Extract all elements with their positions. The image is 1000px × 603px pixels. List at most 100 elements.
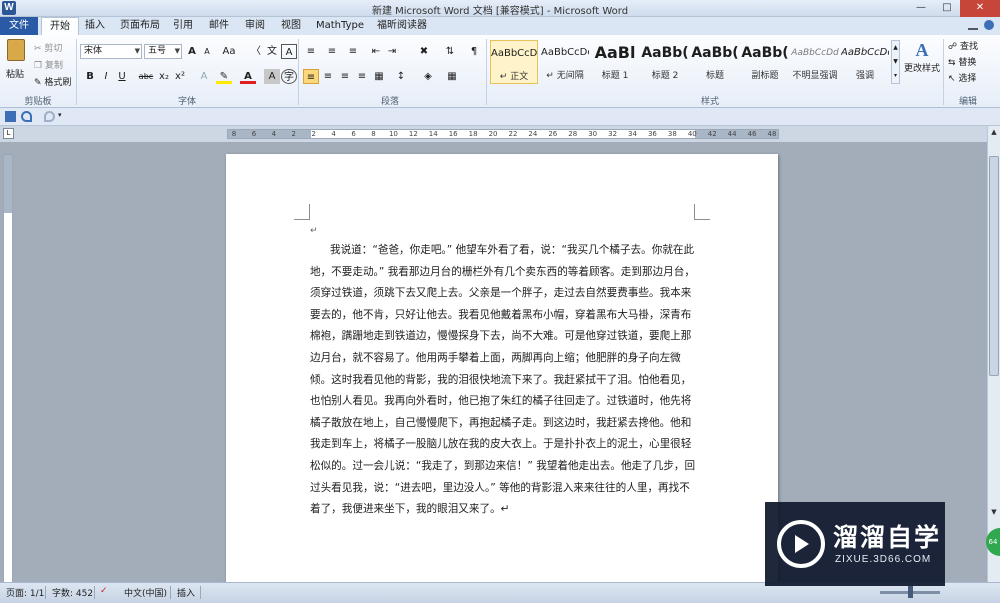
- maximize-icon[interactable]: □: [934, 0, 960, 17]
- style-name: 不明显强调: [792, 71, 838, 81]
- font-family-combo[interactable]: 宋体 ▼: [80, 44, 142, 59]
- paragraph-mark: ↵: [310, 226, 318, 236]
- select-button[interactable]: ↖ 选择: [948, 71, 976, 84]
- find-button[interactable]: ☍ 查找: [948, 39, 978, 52]
- style-heading-2[interactable]: AaBb( 标题 2: [641, 40, 689, 84]
- character-shading-button[interactable]: A: [264, 69, 280, 84]
- numbering-icon[interactable]: ≡: [324, 44, 340, 59]
- zoom-thumb[interactable]: [908, 586, 913, 598]
- multilevel-list-icon[interactable]: ≡: [345, 44, 361, 59]
- styles-scroll[interactable]: ▲ ▼ ▾: [891, 40, 900, 84]
- increase-indent-icon[interactable]: ⇥: [384, 44, 400, 59]
- align-center-icon[interactable]: ≡: [320, 69, 336, 84]
- enclose-characters-icon[interactable]: 字: [281, 69, 297, 84]
- clear-formatting-icon[interactable]: 〈: [248, 44, 264, 59]
- vertical-scrollbar[interactable]: ▲ ▼: [987, 126, 1000, 582]
- style-normal[interactable]: AaBbCcDd ↵ 正文: [490, 40, 538, 84]
- decrease-indent-icon[interactable]: ⇤: [368, 44, 384, 59]
- bullets-icon[interactable]: ≡: [303, 44, 319, 59]
- horizontal-ruler[interactable]: 8 6 4 2 2 4 6 8 10 12 14 16 18 20 22 24 26 28 30 32 34 36 38 40…: [227, 129, 779, 139]
- shading-icon[interactable]: ◈: [420, 69, 436, 84]
- ruler-tick: 8: [231, 130, 237, 138]
- change-case-button[interactable]: Aa: [220, 44, 238, 59]
- ruler-tick: 42: [707, 130, 717, 138]
- bold-button[interactable]: B: [82, 69, 98, 84]
- phonetic-guide-icon[interactable]: 文: [264, 44, 280, 59]
- tab-insert[interactable]: 插入: [80, 17, 110, 35]
- highlight-icon[interactable]: ✎: [216, 69, 232, 84]
- redo-icon[interactable]: [44, 111, 55, 122]
- separator: [943, 39, 944, 105]
- tab-page-layout[interactable]: 页面布局: [116, 17, 164, 35]
- superscript-button[interactable]: x²: [172, 69, 188, 84]
- word-count[interactable]: 字数: 452: [52, 586, 93, 599]
- tab-references[interactable]: 引用: [168, 17, 198, 35]
- page-count[interactable]: 页面: 1/1: [6, 586, 44, 599]
- sort-icon[interactable]: ⇅: [442, 44, 458, 59]
- tab-foxit-reader[interactable]: 福昕阅读器: [374, 17, 430, 35]
- tab-review[interactable]: 审阅: [240, 17, 270, 35]
- tab-view[interactable]: 视图: [276, 17, 306, 35]
- align-right-icon[interactable]: ≡: [337, 69, 353, 84]
- document-page[interactable]: ↵ 我说道：“爸爸，你走吧。” 他望车外看了看，说：“我买几个橘子去。你就在此地…: [226, 154, 778, 582]
- separator: [45, 586, 46, 599]
- justify-icon[interactable]: ≡: [354, 69, 370, 84]
- close-icon[interactable]: ✕: [960, 0, 1000, 17]
- tab-home[interactable]: 开始: [41, 17, 79, 35]
- scroll-up-icon[interactable]: ▲: [988, 126, 1000, 138]
- style-title[interactable]: AaBb( 标题: [691, 40, 739, 84]
- watermark-brand: 溜溜自学: [833, 523, 942, 552]
- watermark: 溜溜自学 ZIXUE.3D66.COM: [765, 502, 945, 586]
- format-painter-button[interactable]: ✎ 格式刷: [34, 75, 71, 88]
- shrink-font-button[interactable]: A: [199, 44, 215, 59]
- replace-button[interactable]: ⇆ 替换: [948, 55, 976, 68]
- text-effects-icon[interactable]: A: [196, 69, 212, 84]
- tab-mailings[interactable]: 邮件: [204, 17, 234, 35]
- style-heading-1[interactable]: AaBl 标题 1: [591, 40, 639, 84]
- align-left-icon[interactable]: ≡: [303, 69, 319, 84]
- font-size-combo[interactable]: 五号 ▼: [144, 44, 182, 59]
- copy-button[interactable]: ❐ 复制: [34, 58, 63, 71]
- change-styles-button[interactable]: A 更改样式: [904, 39, 940, 89]
- ruler-row: L 8 6 4 2 2 4 6 8 10 12 14 16 18 20 22 24 26 28 30 32 34 36 38…: [0, 126, 1000, 142]
- save-icon[interactable]: [5, 111, 16, 122]
- vertical-ruler[interactable]: [3, 154, 13, 582]
- tab-mathtype[interactable]: MathType: [312, 17, 368, 35]
- minimize-ribbon-icon[interactable]: [968, 20, 978, 30]
- title-bar: W 新建 Microsoft Word 文档 [兼容模式] - Microsof…: [0, 0, 1000, 17]
- paragraph-group-label: 段落: [380, 97, 399, 107]
- strikethrough-button[interactable]: abc: [136, 69, 156, 84]
- grow-font-button[interactable]: A: [184, 44, 200, 59]
- character-border-button[interactable]: A: [281, 44, 297, 59]
- paste-button[interactable]: 粘贴: [4, 39, 28, 91]
- subscript-button[interactable]: x₂: [156, 69, 172, 84]
- customize-qat-icon[interactable]: ▾: [58, 111, 69, 122]
- proofing-icon[interactable]: ✓: [100, 586, 108, 596]
- cut-button[interactable]: ✂ 剪切: [34, 41, 62, 54]
- italic-button[interactable]: I: [98, 69, 114, 84]
- tab-selector-icon[interactable]: L: [3, 128, 14, 139]
- undo-icon[interactable]: [21, 111, 32, 122]
- distributed-icon[interactable]: ▦: [371, 69, 387, 84]
- line-spacing-icon[interactable]: ↕: [393, 69, 409, 84]
- chinese-layout-icon[interactable]: ✖: [416, 44, 432, 59]
- clipboard-group-label: 剪贴板: [24, 97, 52, 107]
- style-subtitle[interactable]: AaBb( 副标题: [741, 40, 789, 84]
- crop-mark: [694, 204, 710, 220]
- style-emphasis[interactable]: AaBbCcDd 强调: [841, 40, 889, 84]
- font-color-button[interactable]: A: [240, 69, 256, 84]
- scroll-thumb[interactable]: [989, 156, 999, 376]
- language-indicator[interactable]: 中文(中国): [124, 586, 167, 599]
- minimize-icon[interactable]: —: [908, 0, 934, 17]
- help-icon[interactable]: [984, 20, 994, 30]
- show-marks-icon[interactable]: ¶: [466, 44, 482, 59]
- style-no-spacing[interactable]: AaBbCcDd ↵ 无间隔: [541, 40, 589, 84]
- underline-button[interactable]: U: [114, 69, 130, 84]
- borders-icon[interactable]: ▦: [444, 69, 460, 84]
- tab-file[interactable]: 文件: [0, 17, 38, 35]
- ruler-tick: 22: [508, 130, 518, 138]
- style-subtle-emphasis[interactable]: AaBbCcDd 不明显强调: [791, 40, 839, 84]
- insert-mode[interactable]: 插入: [177, 586, 195, 599]
- scroll-down-icon[interactable]: ▼: [988, 506, 1000, 518]
- body-paragraph[interactable]: 我说道：“爸爸，你走吧。” 他望车外看了看，说：“我买几个橘子去。你就在此地，不…: [310, 240, 696, 521]
